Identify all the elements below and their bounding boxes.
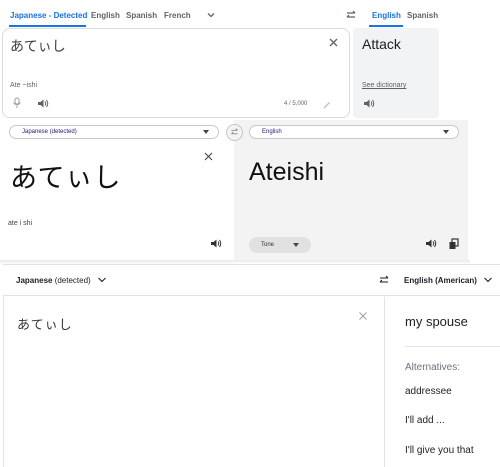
swap-languages-button[interactable] <box>226 124 243 141</box>
chevron-down-icon[interactable] <box>97 275 107 285</box>
close-icon[interactable] <box>204 152 213 161</box>
swap-icon <box>231 128 238 135</box>
source-text[interactable]: あてぃし <box>10 36 66 56</box>
translation-text: Ateishi <box>249 158 325 186</box>
tone-label: Tone <box>261 242 275 248</box>
caret-down-icon <box>203 130 209 134</box>
source-language-name: Japanese <box>16 276 53 285</box>
character-count: 4 / 5,000 <box>284 101 308 107</box>
speaker-icon[interactable] <box>210 238 222 249</box>
close-icon[interactable] <box>358 311 368 321</box>
copy-icon[interactable] <box>448 238 460 250</box>
source-language-select[interactable]: Japanese (detected) <box>9 125 219 139</box>
chevron-down-icon[interactable] <box>205 9 217 21</box>
translation-text: Attack <box>362 36 401 52</box>
active-tab-underline <box>9 25 86 27</box>
alternative-item[interactable]: I'll add ... <box>405 415 445 426</box>
pencil-icon[interactable] <box>322 100 332 110</box>
mic-icon[interactable] <box>12 97 22 109</box>
alternatives-label: Alternatives: <box>405 362 461 373</box>
see-dictionary-link[interactable]: See dictionary <box>362 82 406 89</box>
target-language-button[interactable]: English (American) <box>404 276 477 285</box>
caret-down-icon <box>293 243 299 247</box>
caret-down-icon <box>443 130 449 134</box>
target-tab-spanish[interactable]: Spanish <box>407 11 438 20</box>
chevron-down-icon[interactable] <box>483 275 493 285</box>
source-language-label: Japanese (detected) <box>22 129 77 135</box>
tab-japanese-detected[interactable]: Japanese - Detected <box>10 11 87 20</box>
swap-icon[interactable] <box>378 274 390 286</box>
target-tab-underline <box>369 25 403 27</box>
transliteration: ate i shi <box>8 220 33 227</box>
source-language-button[interactable]: Japanese (detected) <box>16 276 91 285</box>
tone-select[interactable]: Tone <box>249 237 311 253</box>
source-text[interactable]: あてぃし <box>10 156 121 195</box>
speaker-icon[interactable] <box>425 238 437 249</box>
pane-divider <box>384 297 385 467</box>
alternatives-divider <box>405 346 500 347</box>
target-language-select[interactable]: English <box>249 125 459 139</box>
speaker-icon[interactable] <box>37 98 49 109</box>
close-icon[interactable] <box>328 37 339 48</box>
detected-suffix: (detected) <box>52 276 91 285</box>
tab-spanish[interactable]: Spanish <box>126 11 157 20</box>
swap-icon[interactable] <box>344 8 358 22</box>
speaker-icon[interactable] <box>363 98 375 109</box>
source-text[interactable]: あてぃし <box>17 314 73 333</box>
target-tab-english[interactable]: English <box>372 11 401 20</box>
tab-french[interactable]: French <box>164 11 191 20</box>
translation-text[interactable]: my spouse <box>405 314 468 329</box>
tab-english[interactable]: English <box>91 11 120 20</box>
transliteration: Ate ~ishi <box>10 82 38 89</box>
alternative-item[interactable]: addressee <box>405 386 452 397</box>
alternative-item[interactable]: I'll give you that <box>405 445 474 456</box>
target-language-label: English <box>262 129 282 135</box>
